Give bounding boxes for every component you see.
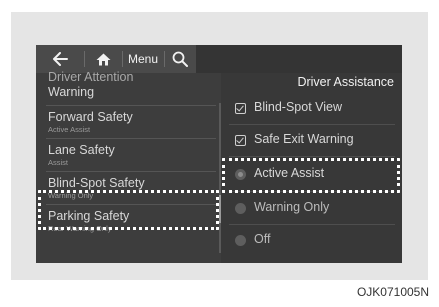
figure-code: OJK071005N: [356, 285, 429, 299]
option-label: Safe Exit Warning: [254, 132, 354, 146]
panel-title: Driver Assistance: [297, 75, 394, 89]
list-item-subtitle: Assist: [48, 158, 69, 167]
menu-label: Menu: [127, 52, 159, 66]
option-blind-spot-view[interactable]: Blind-Spot View: [221, 93, 402, 124]
home-icon: [96, 53, 110, 65]
search-icon: [172, 51, 188, 67]
list-item-title-line1: Driver Attention: [48, 70, 134, 84]
list-item-forward-safety[interactable]: Forward Safety Active Assist: [48, 110, 133, 135]
list-item-lane-safety[interactable]: Lane Safety Assist: [48, 143, 115, 168]
option-safe-exit-warning[interactable]: Safe Exit Warning: [221, 125, 402, 156]
option-label: Blind-Spot View: [254, 100, 343, 114]
option-off[interactable]: Off: [221, 225, 402, 256]
highlight-blind-spot-safety: [38, 190, 219, 230]
checkbox-checked-icon: [235, 135, 246, 146]
home-button[interactable]: [84, 45, 122, 73]
option-label: Warning Only: [254, 200, 330, 214]
list-item-subtitle: Active Assist: [48, 125, 91, 134]
option-divider: [229, 156, 395, 157]
radio-unselected-icon: [235, 235, 246, 246]
list-item-driver-attention-warning[interactable]: Driver Attention Warning: [48, 70, 133, 100]
option-warning-only[interactable]: Warning Only: [221, 193, 402, 224]
list-item-title: Lane Safety: [48, 143, 115, 157]
list-divider: [46, 105, 216, 106]
back-button[interactable]: [36, 45, 84, 73]
list-item-title: Blind-Spot Safety: [48, 176, 145, 190]
list-item-title-line2: Warning: [48, 85, 95, 99]
menu-button[interactable]: Menu: [122, 45, 164, 73]
top-bar: Menu: [36, 45, 402, 73]
highlight-active-assist: [222, 158, 400, 193]
radio-unselected-icon: [235, 203, 246, 214]
top-bar-empty-area: [196, 45, 402, 73]
checkbox-checked-icon: [235, 103, 246, 114]
arrow-left-icon: [53, 52, 68, 66]
list-item-title: Forward Safety: [48, 110, 133, 124]
list-divider: [46, 171, 216, 172]
settings-category-list: Driver Attention Warning Forward Safety …: [36, 70, 221, 263]
search-button[interactable]: [164, 45, 196, 73]
option-label: Off: [254, 232, 271, 246]
list-divider: [46, 138, 216, 139]
infotainment-screen: Menu Driver Attention Warning Forward Sa…: [36, 45, 402, 263]
